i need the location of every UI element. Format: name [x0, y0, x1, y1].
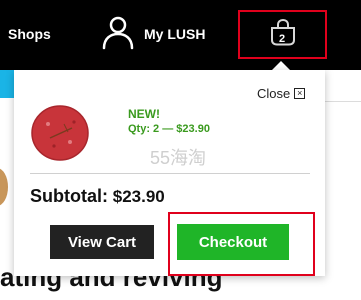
subtotal-value: $23.90: [112, 187, 165, 206]
cart-count-badge: 2: [279, 33, 286, 45]
mini-cart-dropdown: Close × NEW! Qty: 2 — $23.90 55海淘 Subtot…: [14, 70, 325, 276]
close-label: Close: [257, 86, 291, 101]
dropdown-caret: [272, 61, 290, 70]
close-icon: ×: [294, 88, 306, 99]
background-product-image: [0, 168, 8, 206]
cart-divider: [30, 173, 310, 174]
user-icon: [100, 14, 136, 55]
top-nav-bar: Shops My LUSH 2: [0, 0, 361, 70]
subtotal-row: Subtotal: $23.90: [30, 186, 165, 207]
close-button[interactable]: Close ×: [257, 86, 306, 101]
product-thumbnail[interactable]: [30, 102, 90, 162]
subtotal-label: Subtotal:: [30, 186, 108, 206]
checkout-button[interactable]: Checkout: [177, 224, 289, 260]
watermark-text: 55海淘: [150, 148, 207, 168]
cart-button[interactable]: 2: [238, 10, 327, 59]
view-cart-button[interactable]: View Cart: [50, 225, 154, 259]
nav-account-label: My LUSH: [144, 26, 206, 42]
item-quantity-price: Qty: 2 — $23.90: [128, 123, 210, 135]
item-new-badge: NEW!: [128, 107, 160, 121]
accent-strip: [0, 70, 14, 98]
nav-account-link[interactable]: My LUSH: [100, 16, 205, 52]
nav-shops-link[interactable]: Shops: [8, 26, 51, 42]
